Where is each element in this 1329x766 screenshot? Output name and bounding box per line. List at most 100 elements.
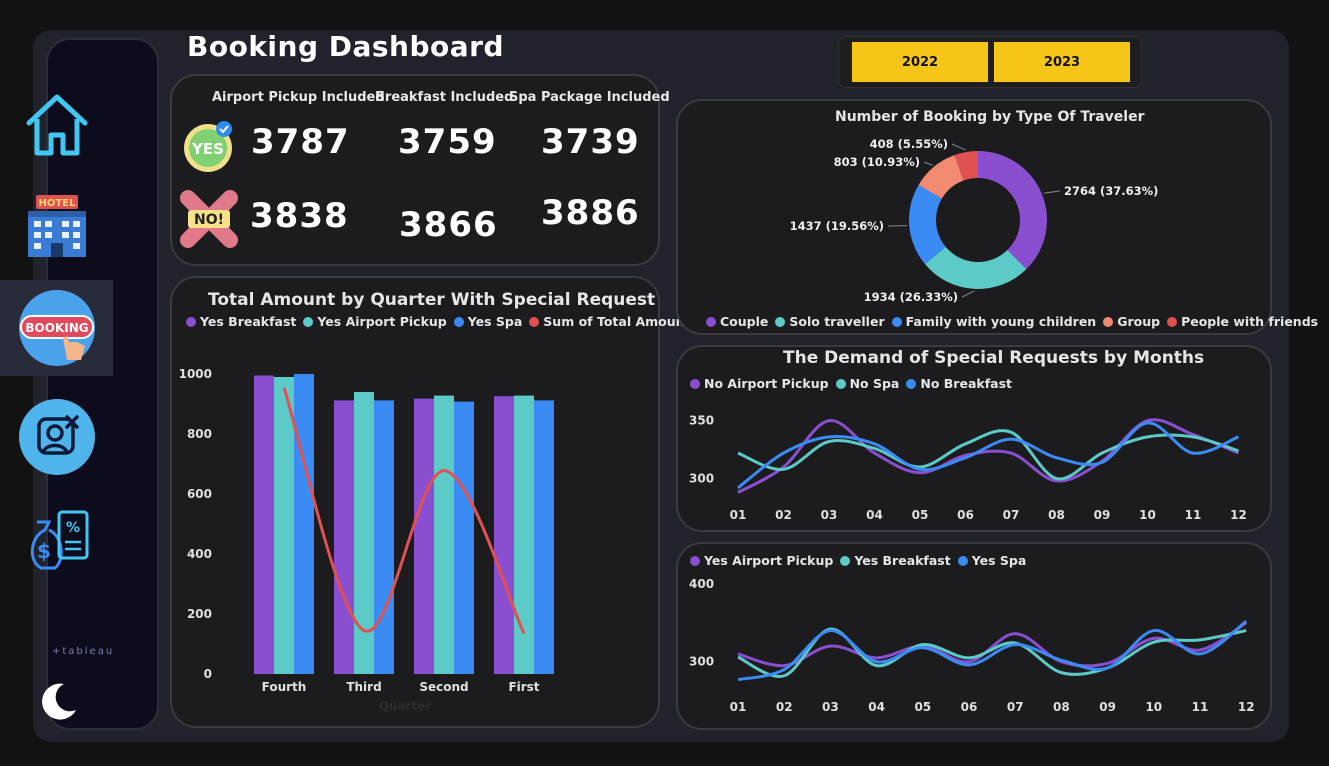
no-requests-legend: No Airport Pickup No Spa No Breakfast (690, 376, 1019, 391)
x-tick-label: 09 (1099, 700, 1116, 714)
x-tick-label: 09 (1094, 508, 1111, 522)
legend-item[interactable]: Yes Airport Pickup (303, 314, 447, 329)
nav-hotel[interactable]: HOTEL (0, 190, 113, 262)
nav-home[interactable] (0, 85, 113, 165)
legend-item[interactable]: Sum of Total Amount (529, 314, 691, 329)
y-tick-label: 350 (689, 414, 714, 428)
donut-slice-couple[interactable] (978, 151, 1047, 270)
x-tick-label: 07 (1003, 508, 1020, 522)
legend-dot (690, 378, 700, 389)
x-tick-label: 04 (868, 700, 885, 714)
yes-badge-text: YES (191, 140, 224, 158)
moon-icon (41, 683, 76, 720)
x-tick-label: 05 (914, 700, 931, 714)
line-no-spa[interactable] (737, 429, 1239, 481)
y-tick-label: 600 (187, 487, 212, 501)
theme-toggle[interactable] (0, 676, 113, 726)
legend-label: No Spa (849, 376, 900, 391)
kpi-spa-yes: 3739 (541, 122, 640, 162)
year-button-2023[interactable]: 2023 (993, 41, 1131, 83)
donut-data-label: 1934 (26.33%) (864, 290, 958, 304)
money-bag-receipt-icon: $ % (30, 510, 88, 570)
x-tick-label: 04 (866, 508, 883, 522)
x-axis-label: Quarter (379, 699, 432, 713)
bar-yes-breakfast[interactable] (254, 375, 274, 675)
x-tick-label: Fourth (262, 680, 307, 694)
donut-leader-line (1043, 190, 1061, 194)
booking-badge-text: BOOKING (25, 321, 88, 335)
y-tick-label: 300 (689, 472, 714, 486)
booking-icon: BOOKING (18, 290, 95, 366)
bar-yes-breakfast[interactable] (494, 396, 514, 674)
kpi-spa-no: 3886 (541, 193, 640, 233)
legend-dot (1167, 316, 1178, 327)
x-tick-label: 02 (775, 508, 792, 522)
legend-item[interactable]: People with friends (1167, 314, 1318, 329)
x-tick-label: 08 (1053, 700, 1070, 714)
bar-yes-spa[interactable] (294, 374, 314, 674)
legend-item[interactable]: No Breakfast (906, 376, 1012, 391)
legend-item[interactable]: Family with young children (891, 314, 1097, 329)
legend-item[interactable]: No Airport Pickup (690, 376, 829, 391)
bar-yes-spa[interactable] (374, 400, 394, 674)
quarter-chart-title: Total Amount by Quarter With Special Req… (208, 290, 656, 310)
x-tick-label: 02 (776, 700, 793, 714)
legend-item[interactable]: Yes Spa (453, 314, 523, 329)
legend-label: No Airport Pickup (704, 376, 829, 391)
bar-yes-spa[interactable] (454, 401, 474, 674)
legend-label: Solo traveller (789, 314, 885, 329)
nav-cancel-user[interactable] (0, 395, 113, 479)
quarter-chart-legend: Yes Breakfast Yes Airport Pickup Yes Spa… (186, 314, 698, 329)
legend-item[interactable]: Solo traveller (775, 314, 885, 329)
kpi-breakfast-yes: 3759 (398, 122, 497, 162)
nav-booking[interactable]: BOOKING (0, 280, 113, 376)
bar-yes-spa[interactable] (534, 400, 554, 674)
legend-label: No Breakfast (920, 376, 1012, 391)
traveler-chart-title: Number of Booking by Type Of Traveler (835, 109, 1145, 125)
kpi-airport-no: 3838 (250, 196, 349, 236)
bar-yes-breakfast[interactable] (414, 398, 434, 674)
kpi-header-breakfast: Breakfast Included (375, 90, 514, 105)
legend-item[interactable]: Yes Airport Pickup (690, 553, 833, 568)
y-tick-label: 400 (689, 577, 714, 591)
y-tick-label: 400 (187, 547, 212, 561)
bar-yes-breakfast[interactable] (334, 400, 354, 674)
kpi-header-spa: Spa Package Included (509, 90, 670, 105)
x-tick-label: 05 (912, 508, 929, 522)
x-tick-label: First (508, 680, 539, 694)
year-filter: 2022 2023 (838, 36, 1142, 88)
donut-leader-line (951, 143, 966, 151)
nav-finance[interactable]: $ % (0, 500, 113, 580)
x-tick-label: Third (346, 680, 381, 694)
legend-dot (775, 316, 786, 327)
legend-item[interactable]: No Spa (835, 376, 900, 391)
legend-item[interactable]: Group (1103, 314, 1160, 329)
legend-dot (891, 316, 902, 327)
bar-yes-airport-pickup[interactable] (274, 377, 294, 674)
legend-label: Yes Spa (467, 314, 523, 329)
legend-item[interactable]: Yes Breakfast (186, 314, 296, 329)
legend-dot (186, 316, 196, 327)
x-tick-label: 11 (1185, 508, 1202, 522)
donut-data-label: 2764 (37.63%) (1064, 184, 1158, 198)
bar-yes-airport-pickup[interactable] (434, 395, 454, 674)
yes-requests-line-chart: 300 400 01 02 03 04 05 06 07 08 09 10 11 12 (689, 577, 1255, 714)
legend-label: Family with young children (905, 314, 1097, 329)
legend-item[interactable]: Couple (706, 314, 768, 329)
legend-label: Yes Spa (971, 553, 1027, 568)
legend-label: Yes Breakfast (854, 553, 951, 568)
legend-item[interactable]: Yes Breakfast (840, 553, 951, 568)
legend-dot (840, 555, 851, 566)
donut-leader-line (961, 290, 975, 298)
year-button-2022[interactable]: 2022 (851, 41, 989, 83)
legend-dot (835, 378, 846, 389)
x-tick-label: 10 (1139, 508, 1156, 522)
donut-leader-line (923, 161, 933, 166)
legend-dot (529, 316, 540, 327)
kpi-breakfast-no: 3866 (399, 205, 498, 245)
legend-item[interactable]: Yes Spa (957, 553, 1027, 568)
legend-dot (906, 378, 917, 389)
legend-dot (706, 316, 716, 327)
yes-requests-legend: Yes Airport Pickup Yes Breakfast Yes Spa (690, 553, 1033, 568)
legend-label: People with friends (1181, 314, 1319, 329)
